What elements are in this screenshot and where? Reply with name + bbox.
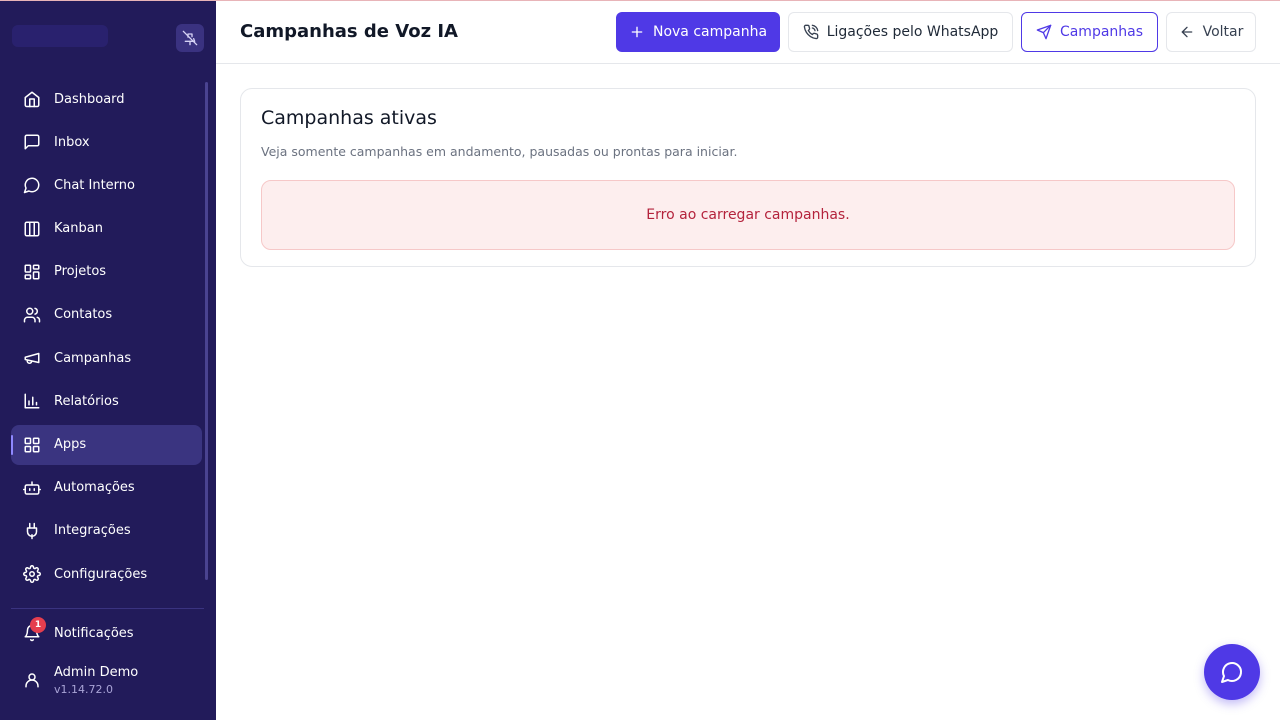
sidebar-item-label: Chat Interno [54, 177, 135, 193]
sidebar-item-campanhas[interactable]: Campanhas [11, 338, 202, 378]
sidebar-item-apps[interactable]: Apps [11, 424, 202, 465]
message-circle-icon [1221, 662, 1242, 683]
sidebar-item-label: Projetos [54, 264, 107, 280]
sidebar-item-label: Contatos [54, 307, 113, 323]
logo [12, 18, 132, 54]
new-campaign-button[interactable]: Nova campanha [616, 12, 780, 52]
error-message: Erro ao carregar campanhas. [646, 207, 850, 223]
card-subtitle: Veja somente campanhas em andamento, pau… [261, 144, 738, 159]
user-name: Admin Demo [54, 664, 139, 680]
sidebar-item-label: Automações [54, 480, 135, 496]
notifications-label: Notificações [54, 625, 134, 641]
grid-icon [23, 263, 41, 281]
sidebar-item-chat-interno[interactable]: Chat Interno [11, 165, 202, 205]
back-label: Voltar [1202, 24, 1244, 40]
sidebar-item-label: Configurações [54, 566, 148, 582]
card-title: Campanhas ativas [261, 107, 437, 129]
whatsapp-calls-button[interactable]: Ligações pelo WhatsApp [788, 12, 1013, 52]
sidebar-item-label: Kanban [54, 221, 103, 237]
kanban-icon [23, 220, 41, 238]
error-alert: Erro ao carregar campanhas. [261, 180, 1235, 250]
message-circle-icon [23, 176, 41, 194]
top-accent-line [0, 0, 1280, 1]
bar-chart-icon [23, 392, 41, 410]
sidebar-scrollbar[interactable] [205, 82, 208, 580]
sidebar-nav: Dashboard Inbox Chat Interno Kanban Proj… [11, 79, 202, 597]
notification-count-badge: 1 [30, 617, 46, 633]
arrow-left-icon [1181, 26, 1192, 38]
bot-icon [23, 479, 41, 497]
sidebar-divider [11, 608, 204, 609]
plug-icon [23, 522, 41, 540]
sidebar-item-label: Inbox [54, 134, 90, 150]
sidebar-item-kanban[interactable]: Kanban [11, 209, 202, 249]
plus-icon [631, 26, 643, 38]
sidebar-item-inbox[interactable]: Inbox [11, 122, 202, 162]
sidebar-item-relatorios[interactable]: Relatórios [11, 381, 202, 421]
back-button[interactable]: Voltar [1166, 12, 1256, 52]
message-square-icon [23, 133, 41, 151]
user-menu[interactable]: Admin Demo v1.14.72.0 [11, 660, 202, 700]
page-title: Campanhas de Voz IA [240, 21, 458, 42]
sidebar-item-dashboard[interactable]: Dashboard [11, 79, 202, 119]
sidebar-item-label: Integrações [54, 523, 131, 539]
new-campaign-label: Nova campanha [652, 24, 768, 40]
user-icon [23, 671, 41, 689]
sidebar-item-label: Relatórios [54, 393, 119, 409]
apps-icon [23, 436, 41, 454]
sidebar-item-configuracoes[interactable]: Configurações [11, 554, 202, 594]
user-info: Admin Demo v1.14.72.0 [54, 665, 138, 696]
gear-icon [23, 565, 41, 583]
unpin-sidebar-button[interactable] [176, 24, 204, 52]
page-header: Campanhas de Voz IA Nova campanha Ligaçõ… [216, 0, 1280, 64]
megaphone-icon [23, 349, 41, 367]
app-version: v1.14.72.0 [54, 682, 113, 696]
chat-support-button[interactable] [1204, 644, 1260, 700]
bell-icon: 1 [23, 617, 46, 642]
sidebar-item-label: Dashboard [54, 91, 125, 107]
notifications-button[interactable]: 1 Notificações [11, 613, 202, 653]
users-icon [23, 306, 41, 324]
sidebar-item-automacoes[interactable]: Automações [11, 468, 202, 508]
sidebar-item-label: Campanhas [54, 350, 132, 366]
campaigns-label: Campanhas [1059, 24, 1144, 40]
campaigns-button[interactable]: Campanhas [1021, 12, 1158, 52]
whatsapp-calls-label: Ligações pelo WhatsApp [826, 24, 999, 40]
sidebar-item-integracoes[interactable]: Integrações [11, 511, 202, 551]
phone-call-icon [803, 24, 819, 40]
sidebar-item-projetos[interactable]: Projetos [11, 252, 202, 292]
sidebar: Dashboard Inbox Chat Interno Kanban Proj… [0, 0, 216, 720]
home-icon [23, 90, 41, 108]
active-campaigns-card: Campanhas ativas Veja somente campanhas … [240, 88, 1256, 267]
sidebar-item-label: Apps [54, 437, 87, 452]
sidebar-item-contatos[interactable]: Contatos [11, 295, 202, 335]
send-icon [1036, 24, 1052, 40]
pin-off-icon [182, 30, 198, 46]
